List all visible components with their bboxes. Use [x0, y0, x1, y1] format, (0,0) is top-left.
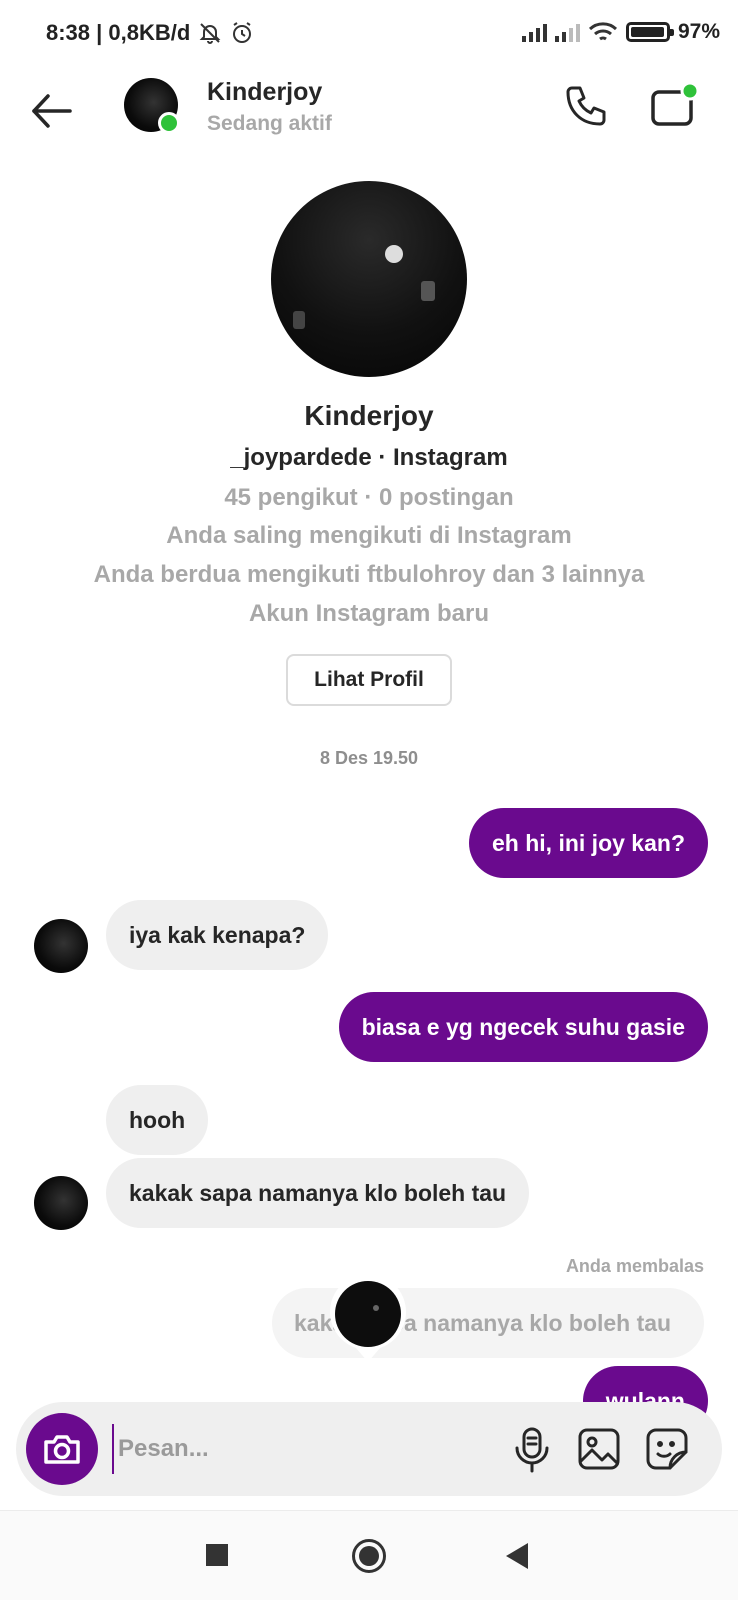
status-bar-right: 97% — [521, 20, 720, 44]
status-bar-left: 8:38 | 0,8KB/d — [46, 20, 254, 46]
reply-avatar-pin — [330, 1274, 406, 1362]
shirt-detail — [421, 281, 435, 301]
recent-apps-button[interactable] — [206, 1544, 228, 1566]
profile-mutual-follow: Anda saling mengikuti di Instagram — [166, 522, 572, 549]
home-button[interactable] — [352, 1539, 386, 1573]
gallery-icon[interactable] — [576, 1426, 622, 1472]
battery-icon — [625, 22, 674, 42]
camera-icon — [44, 1435, 80, 1464]
video-icon[interactable] — [650, 82, 702, 130]
message-timestamp: 8 Des 19.50 — [319, 748, 419, 768]
profile-new-account: Akun Instagram baru — [248, 600, 490, 627]
view-profile-button[interactable]: Lihat Profil — [286, 654, 452, 706]
profile-name: Kinderjoy — [304, 400, 434, 431]
profile-common-following: Anda berdua mengikuti ftbulohroy dan 3 l… — [93, 561, 645, 588]
signal-2-icon — [554, 22, 580, 42]
microphone-icon[interactable] — [510, 1426, 554, 1474]
header-name[interactable]: Kinderjoy — [207, 78, 322, 107]
back-arrow-icon[interactable] — [28, 86, 78, 136]
sender-avatar[interactable] — [34, 919, 88, 973]
status-bar: 8:38 | 0,8KB/d 97% — [0, 0, 738, 66]
online-indicator — [158, 112, 180, 134]
chat-header: Kinderjoy Sedang aktif — [0, 66, 738, 166]
message-bubble-incoming[interactable]: hooh — [106, 1085, 209, 1155]
message-bubble-outgoing[interactable]: eh hi, ini joy kan? — [469, 808, 708, 878]
shirt-print — [385, 245, 403, 263]
message-bubble-incoming[interactable]: kakak sapa namanya klo boleh tau — [106, 1158, 530, 1228]
camera-button[interactable] — [26, 1413, 98, 1485]
signal-icon — [521, 22, 547, 42]
wifi-icon — [588, 22, 617, 41]
battery-percent: 97% — [677, 20, 720, 43]
alarm-icon — [233, 22, 252, 43]
system-nav-bar — [0, 1510, 738, 1600]
message-bubble-outgoing[interactable]: biasa e yg ngecek suhu gasie — [338, 992, 708, 1062]
back-triangle-button[interactable] — [506, 1543, 528, 1569]
profile-avatar[interactable] — [271, 181, 467, 377]
profile-stats: 45 pengikut · 0 postingan — [224, 484, 514, 511]
header-active-status: Sedang aktif — [207, 112, 332, 135]
message-bubble-incoming[interactable]: iya kak kenapa? — [106, 900, 329, 970]
message-composer — [16, 1402, 722, 1496]
reply-label: Anda membalas — [565, 1256, 704, 1276]
home-circle-icon — [359, 1546, 379, 1566]
status-time-speed: 8:38 | 0,8KB/d — [46, 20, 191, 45]
silent-bell-icon — [199, 23, 221, 44]
message-input[interactable] — [112, 1424, 482, 1474]
sender-avatar[interactable] — [34, 1176, 88, 1230]
shirt-detail — [293, 311, 305, 329]
profile-handle: _joypardede · Instagram — [230, 444, 508, 471]
sticker-icon[interactable] — [644, 1426, 690, 1472]
phone-icon[interactable] — [562, 82, 610, 130]
